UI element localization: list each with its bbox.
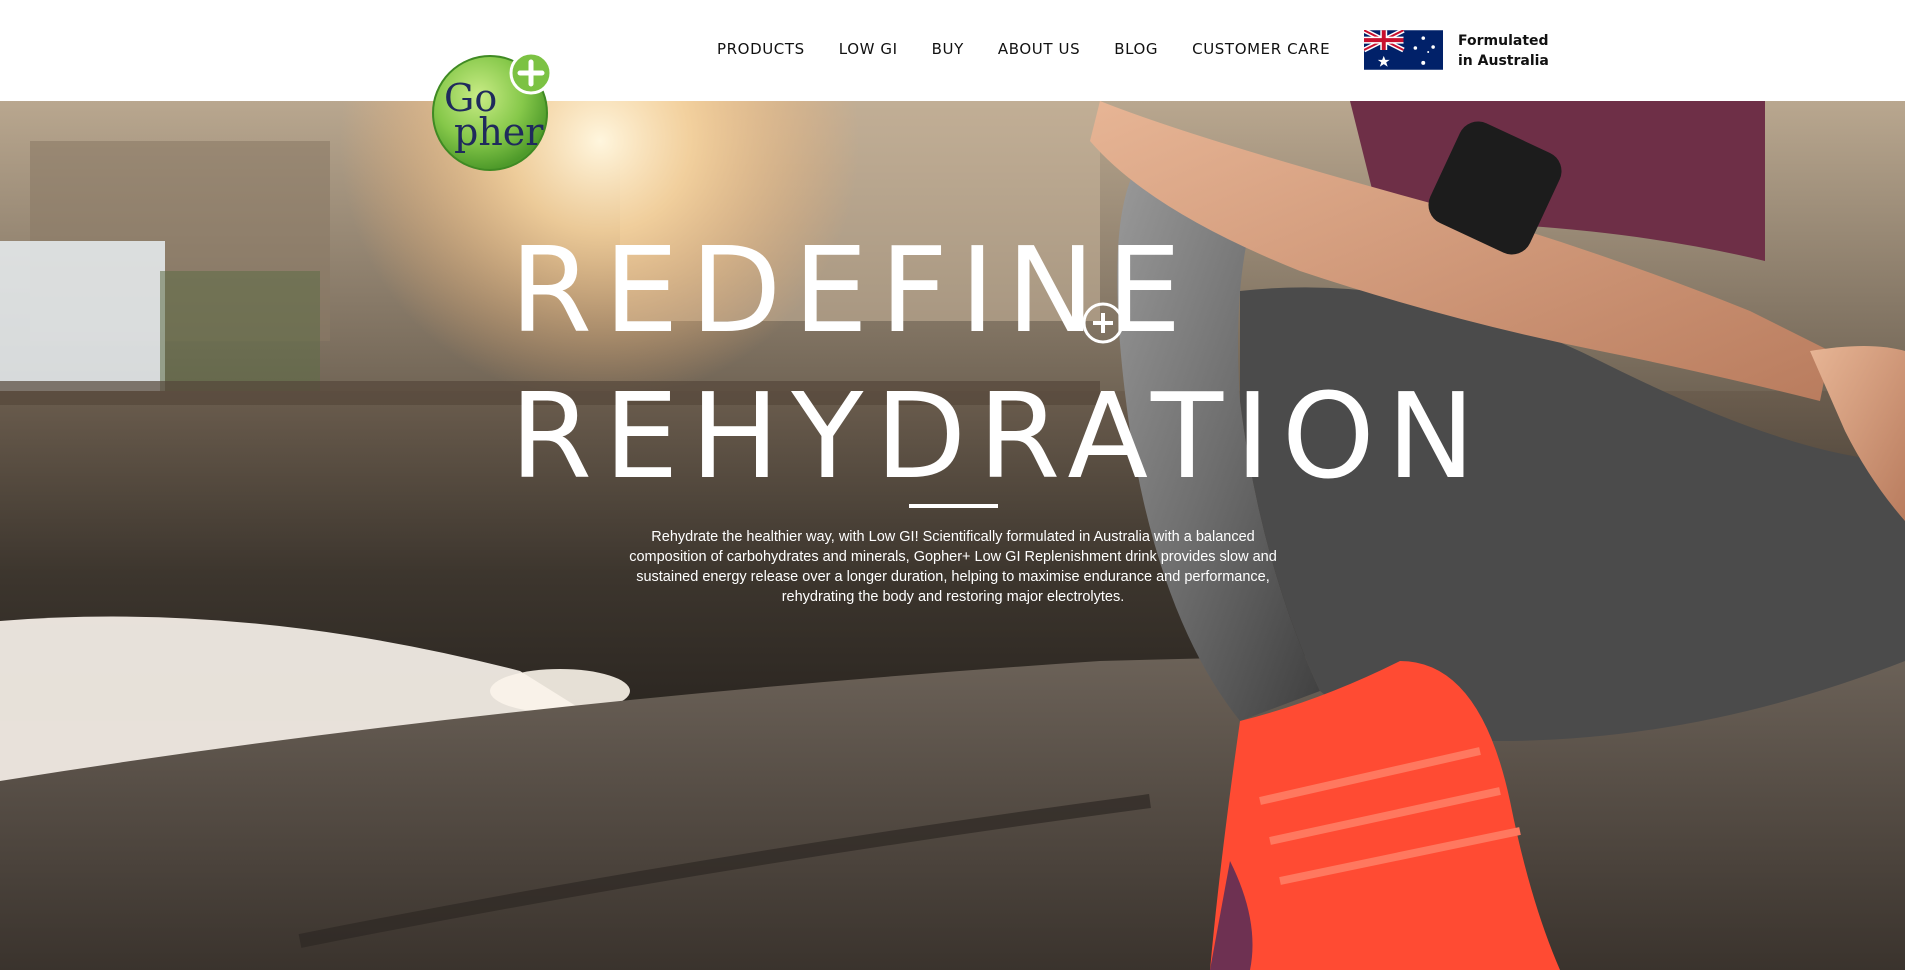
hero-description: Rehydrate the healthier way, with Low GI…: [629, 529, 1277, 605]
nav-products[interactable]: PRODUCTS: [717, 40, 805, 58]
nav-low-gi[interactable]: LOW GI: [839, 40, 898, 58]
origin-line-1: Formulated: [1458, 33, 1549, 49]
logo-text-bottom: pher: [454, 110, 544, 154]
headline-line-2: REHYDRATION: [510, 367, 1488, 505]
australian-flag-icon: [1364, 30, 1443, 70]
nav-blog[interactable]: BLOG: [1114, 40, 1158, 58]
formulated-in-australia: Formulated in Australia: [1458, 31, 1549, 71]
nav-about-us[interactable]: ABOUT US: [998, 40, 1080, 58]
site-header: PRODUCTS LOW GI BUY ABOUT US BLOG CUSTOM…: [0, 0, 1905, 101]
gopher-logo[interactable]: Go pher: [430, 49, 555, 171]
headline-divider: [909, 504, 998, 508]
origin-line-2: in Australia: [1458, 53, 1549, 69]
headline-line-1: REDEFINE: [510, 221, 1194, 359]
nav-buy[interactable]: BUY: [932, 40, 964, 58]
hero-headline: REDEFINE REHYDRATION: [510, 217, 1487, 509]
nav-customer-care[interactable]: CUSTOMER CARE: [1192, 40, 1330, 58]
main-nav: PRODUCTS LOW GI BUY ABOUT US BLOG CUSTOM…: [717, 40, 1364, 58]
